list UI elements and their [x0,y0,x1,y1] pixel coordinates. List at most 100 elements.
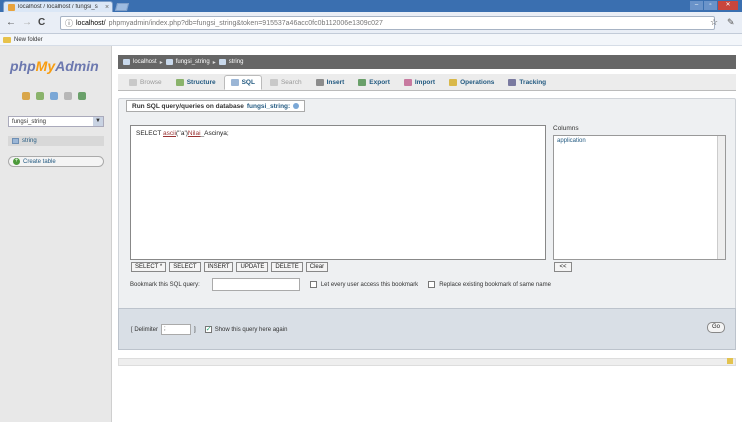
breadcrumb-server[interactable]: localhost [133,59,157,65]
query-alias: Nilai [187,130,201,137]
address-path: phpmyadmin/index.php?db=fungsi_string&to… [108,19,383,27]
page-info-icon[interactable]: ⓘ [65,18,73,29]
clear-button[interactable]: Clear [305,262,329,272]
query-window-icon[interactable] [36,92,44,100]
query-text: SELECT [136,130,163,137]
show-query-label: Show this query here again [214,326,288,333]
bookmarks-bar: New folder [0,34,742,46]
delimiter-row: [ Delimiter ; ] Show this query here aga… [131,324,287,335]
plus-icon: + [13,158,20,165]
breadcrumb: localhost ▸ fungsi_string ▸ string [118,55,736,69]
tab-import[interactable]: Import [398,75,441,90]
main-tabs: Browse Structure SQL Search Insert Export Impo… [118,74,736,91]
database-select[interactable]: fungsi_string ▼ [8,116,104,127]
create-table-label: Create table [23,158,56,165]
delete-button[interactable]: DELETE [271,262,303,272]
address-host: localhost/ [76,19,106,27]
database-select-value: fungsi_string [12,118,47,125]
column-option[interactable]: application [557,138,722,144]
delimiter-label: [ Delimiter [131,326,159,333]
bookmark-folder[interactable]: New folder [14,37,43,43]
bookmark-row: Bookmark this SQL query: Let every user … [130,278,551,291]
breadcrumb-table[interactable]: string [229,59,244,65]
tab-label: Tracking [519,78,547,86]
console-icon[interactable] [727,358,733,364]
server-icon [123,59,130,65]
reload-nav-icon[interactable] [78,92,86,100]
documentation-icon[interactable] [50,92,58,100]
create-table-button[interactable]: + Create table [8,156,104,167]
columns-scrollbar[interactable] [717,136,725,259]
tab-label: Search [280,78,302,86]
tab-title: localhost / localhost / fungsi_s [18,4,98,10]
home-icon[interactable] [22,92,30,100]
import-icon [403,78,412,86]
tab-label: Operations [460,78,495,86]
new-tab-button[interactable] [114,3,130,11]
go-button[interactable]: Go [707,322,725,333]
tab-label: Export [369,78,390,86]
sql-docs-icon[interactable] [64,92,72,100]
bookmark-label: Bookmark this SQL query: [130,281,200,288]
maximize-button[interactable]: ▫ [704,1,717,10]
bookmark-input[interactable] [211,278,300,291]
minimize-button[interactable]: – [690,1,703,10]
legend-database: fungsi_string: [246,102,291,110]
window-controls: – ▫ ✕ [690,1,738,10]
browser-tab[interactable]: localhost / localhost / fungsi_s × [3,1,113,12]
select-all-button[interactable]: SELECT * [131,262,167,272]
tab-operations[interactable]: Operations [443,75,500,90]
address-bar[interactable]: ⓘ localhost/phpmyadmin/index.php?db=fung… [60,16,715,30]
tab-label: Browse [140,78,162,86]
insert-column-button[interactable]: << [554,262,572,272]
back-button[interactable]: ← [6,17,16,28]
legend-text: Run SQL query/queries on database [132,102,244,110]
forward-button[interactable]: → [22,17,32,28]
tab-close-icon[interactable]: × [105,4,109,11]
tracking-icon [508,78,517,86]
insert-button[interactable]: INSERT [203,262,234,272]
chevron-down-icon[interactable]: ▼ [93,117,103,126]
query-function: ascii [162,130,176,137]
query-text: ('ʻa') [176,130,188,137]
tab-insert[interactable]: Insert [310,75,351,90]
table-icon [12,138,19,144]
tab-export[interactable]: Export [352,75,396,90]
tab-label: SQL [241,78,255,86]
replace-bookmark-label: Replace existing bookmark of same name [439,281,551,288]
show-query-checkbox[interactable] [204,325,212,333]
sidebar-item-string[interactable]: string [8,136,104,146]
close-window-button[interactable]: ✕ [718,1,738,10]
tab-search: Search [264,75,308,90]
tab-browse: Browse [123,75,168,90]
let-every-user-label: Let every user access this bookmark [320,281,419,288]
tab-label: Insert [326,78,345,86]
delimiter-input[interactable]: ; [161,324,192,335]
navigation-frame: phpMyAdmin fungsi_string ▼ string + Crea… [0,46,112,422]
folder-icon [3,36,11,43]
phpmyadmin-favicon-icon [8,3,15,11]
table-name: string [22,138,37,144]
breadcrumb-database[interactable]: fungsi_string [176,59,210,65]
sql-panel-legend: Run SQL query/queries on database fungsi… [126,100,306,112]
sql-query-textarea[interactable]: SELECT ascii('ʻa')Nilai_Ascinya; [130,125,546,260]
bookmark-star-icon[interactable]: ☆ [710,17,718,28]
replace-bookmark-checkbox[interactable] [428,281,436,288]
tab-tracking[interactable]: Tracking [502,75,552,90]
update-button[interactable]: UPDATE [236,262,269,272]
browse-icon [129,78,137,86]
operations-icon [449,78,458,86]
structure-icon [175,78,184,86]
phpmyadmin-logo[interactable]: phpMyAdmin [10,58,99,74]
delimiter-close: ] [194,326,196,333]
select-button[interactable]: SELECT [169,262,201,272]
tab-structure[interactable]: Structure [170,75,222,90]
help-icon[interactable] [293,103,300,109]
columns-listbox[interactable]: application [553,135,726,260]
tab-sql[interactable]: SQL [223,74,262,90]
let-every-user-checkbox[interactable] [309,281,317,288]
reload-button[interactable]: C [38,17,45,28]
insert-icon [315,78,324,86]
breadcrumb-separator: ▸ [159,59,163,66]
wrench-menu-icon[interactable]: ✎ [727,17,735,28]
